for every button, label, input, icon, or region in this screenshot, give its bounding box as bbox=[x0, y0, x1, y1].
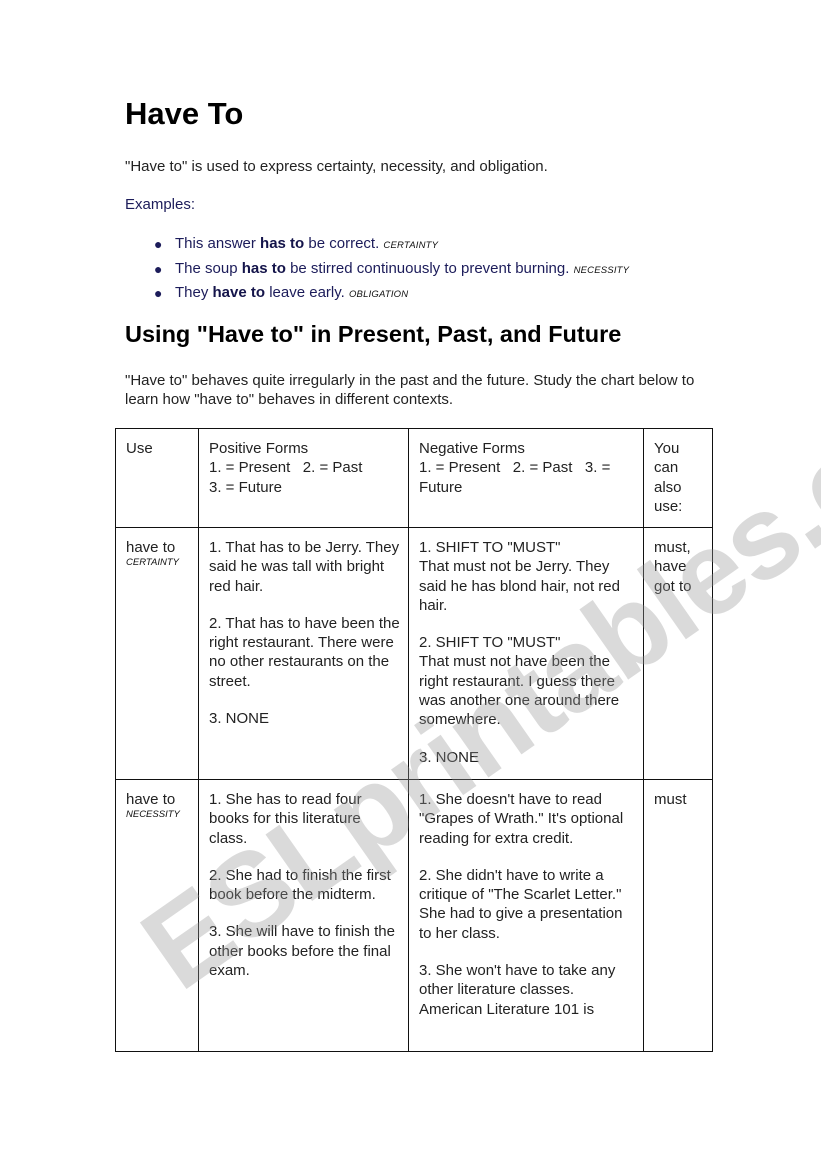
example-tag: OBLIGATION bbox=[348, 289, 409, 300]
bullet-icon: ● bbox=[154, 285, 163, 301]
examples-list: ● This answer has to be correct. CERTAIN… bbox=[125, 234, 629, 308]
intro-text: "Have to" is used to express certainty, … bbox=[125, 158, 548, 175]
example-item: ● They have to leave early. OBLIGATION bbox=[125, 283, 629, 308]
have-to-chart-table: Use Positive Forms 1. = Present 2. = Pas… bbox=[115, 428, 713, 1052]
example-item: ● The soup has to be stirred continuousl… bbox=[125, 259, 629, 284]
example-text: The soup bbox=[175, 259, 242, 277]
example-text: This answer bbox=[175, 235, 261, 252]
positive-example: 2. That has to have been the right resta… bbox=[209, 614, 400, 690]
positive-example: 2. She had to finish the first book befo… bbox=[209, 866, 391, 904]
header-use-label: Use bbox=[126, 440, 153, 457]
use-tag: NECESSITY bbox=[126, 809, 180, 821]
section-paragraph: "Have to" behaves quite irregularly in t… bbox=[125, 372, 695, 408]
header-use: Use bbox=[115, 428, 199, 528]
table-header-row: Use Positive Forms 1. = Present 2. = Pas… bbox=[115, 428, 713, 528]
example-text: They bbox=[175, 284, 213, 301]
use-tag: CERTAINTY bbox=[126, 557, 179, 569]
header-also-use: You can also use: bbox=[643, 428, 713, 528]
example-text: be correct. bbox=[304, 235, 384, 252]
negative-example: 3. She won't have to take any other lite… bbox=[419, 962, 616, 1018]
example-emphasis: has to bbox=[241, 259, 286, 277]
use-cell: have to CERTAINTY bbox=[115, 527, 199, 780]
header-positive-key: 1. = Present 2. = Past bbox=[209, 459, 363, 477]
header-also-word: also bbox=[654, 478, 682, 496]
negative-example: 2. SHIFT TO "MUST" That must not have be… bbox=[419, 633, 635, 729]
also-use-cell: must bbox=[643, 779, 713, 1052]
header-positive: Positive Forms 1. = Present 2. = Past 3.… bbox=[198, 428, 409, 528]
header-also-word: use: bbox=[654, 497, 683, 515]
example-text: leave early. bbox=[265, 284, 349, 301]
table-row: have to CERTAINTY 1. That has to be Jerr… bbox=[115, 527, 713, 780]
header-also-word: You bbox=[654, 440, 680, 457]
negative-example: 1. SHIFT TO "MUST" That must not be Jerr… bbox=[419, 538, 635, 615]
example-tag: NECESSITY bbox=[573, 264, 630, 276]
bullet-icon: ● bbox=[154, 260, 163, 277]
header-positive-title: Positive Forms bbox=[209, 440, 309, 457]
example-emphasis: has to bbox=[260, 235, 305, 252]
positive-example: 3. She will have to finish the other boo… bbox=[209, 923, 395, 980]
example-emphasis: have to bbox=[212, 284, 266, 301]
use-cell: have to NECESSITY bbox=[115, 779, 199, 1052]
negative-example-body: That must not have been the right restau… bbox=[419, 653, 620, 729]
table-row: have to NECESSITY 1. She has to read fou… bbox=[115, 779, 713, 1052]
also-use-text: must, have got to bbox=[654, 539, 692, 595]
negative-example-head: 3. NONE bbox=[419, 748, 480, 766]
also-use-cell: must, have got to bbox=[643, 527, 713, 780]
header-negative-key: Future bbox=[419, 478, 463, 496]
header-negative: Negative Forms 1. = Present 2. = Past 3.… bbox=[408, 428, 644, 528]
header-positive-key: 3. = Future bbox=[209, 478, 282, 496]
negative-cell: 1. SHIFT TO "MUST" That must not be Jerr… bbox=[408, 527, 644, 780]
negative-example: 1. She doesn't have to read "Grapes of W… bbox=[419, 791, 624, 847]
examples-label: Examples: bbox=[125, 196, 196, 213]
positive-cell: 1. That has to be Jerry. They said he wa… bbox=[198, 527, 409, 780]
negative-example: 2. She didn't have to write a critique o… bbox=[419, 866, 623, 942]
negative-example-body: That must not be Jerry. They said he has… bbox=[419, 558, 620, 614]
header-also-word: can bbox=[654, 459, 679, 477]
example-item: ● This answer has to be correct. CERTAIN… bbox=[125, 234, 629, 259]
positive-example: 3. NONE bbox=[209, 710, 270, 728]
positive-cell: 1. She has to read four books for this l… bbox=[198, 779, 409, 1052]
positive-example: 1. That has to be Jerry. They said he wa… bbox=[209, 539, 400, 595]
worksheet-page: Have To "Have to" is used to express cer… bbox=[0, 0, 821, 1169]
bullet-icon: ● bbox=[154, 236, 163, 252]
header-negative-title: Negative Forms bbox=[419, 440, 525, 457]
negative-example-head: 1. SHIFT TO "MUST" bbox=[419, 539, 561, 556]
header-negative-key: 1. = Present 2. = Past 3. = bbox=[419, 459, 611, 477]
example-text: be stirred continuously to prevent burni… bbox=[285, 259, 574, 277]
negative-example: 3. NONE bbox=[419, 748, 635, 767]
use-label: have to bbox=[126, 539, 176, 556]
page-title: Have To bbox=[125, 96, 244, 131]
negative-cell: 1. She doesn't have to read "Grapes of W… bbox=[408, 779, 644, 1052]
also-use-text: must bbox=[654, 791, 687, 808]
section-heading: Using "Have to" in Present, Past, and Fu… bbox=[125, 321, 622, 347]
use-label: have to bbox=[126, 791, 176, 808]
example-tag: CERTAINTY bbox=[383, 240, 439, 251]
positive-example: 1. She has to read four books for this l… bbox=[209, 791, 362, 847]
negative-example-head: 2. SHIFT TO "MUST" bbox=[419, 634, 561, 652]
